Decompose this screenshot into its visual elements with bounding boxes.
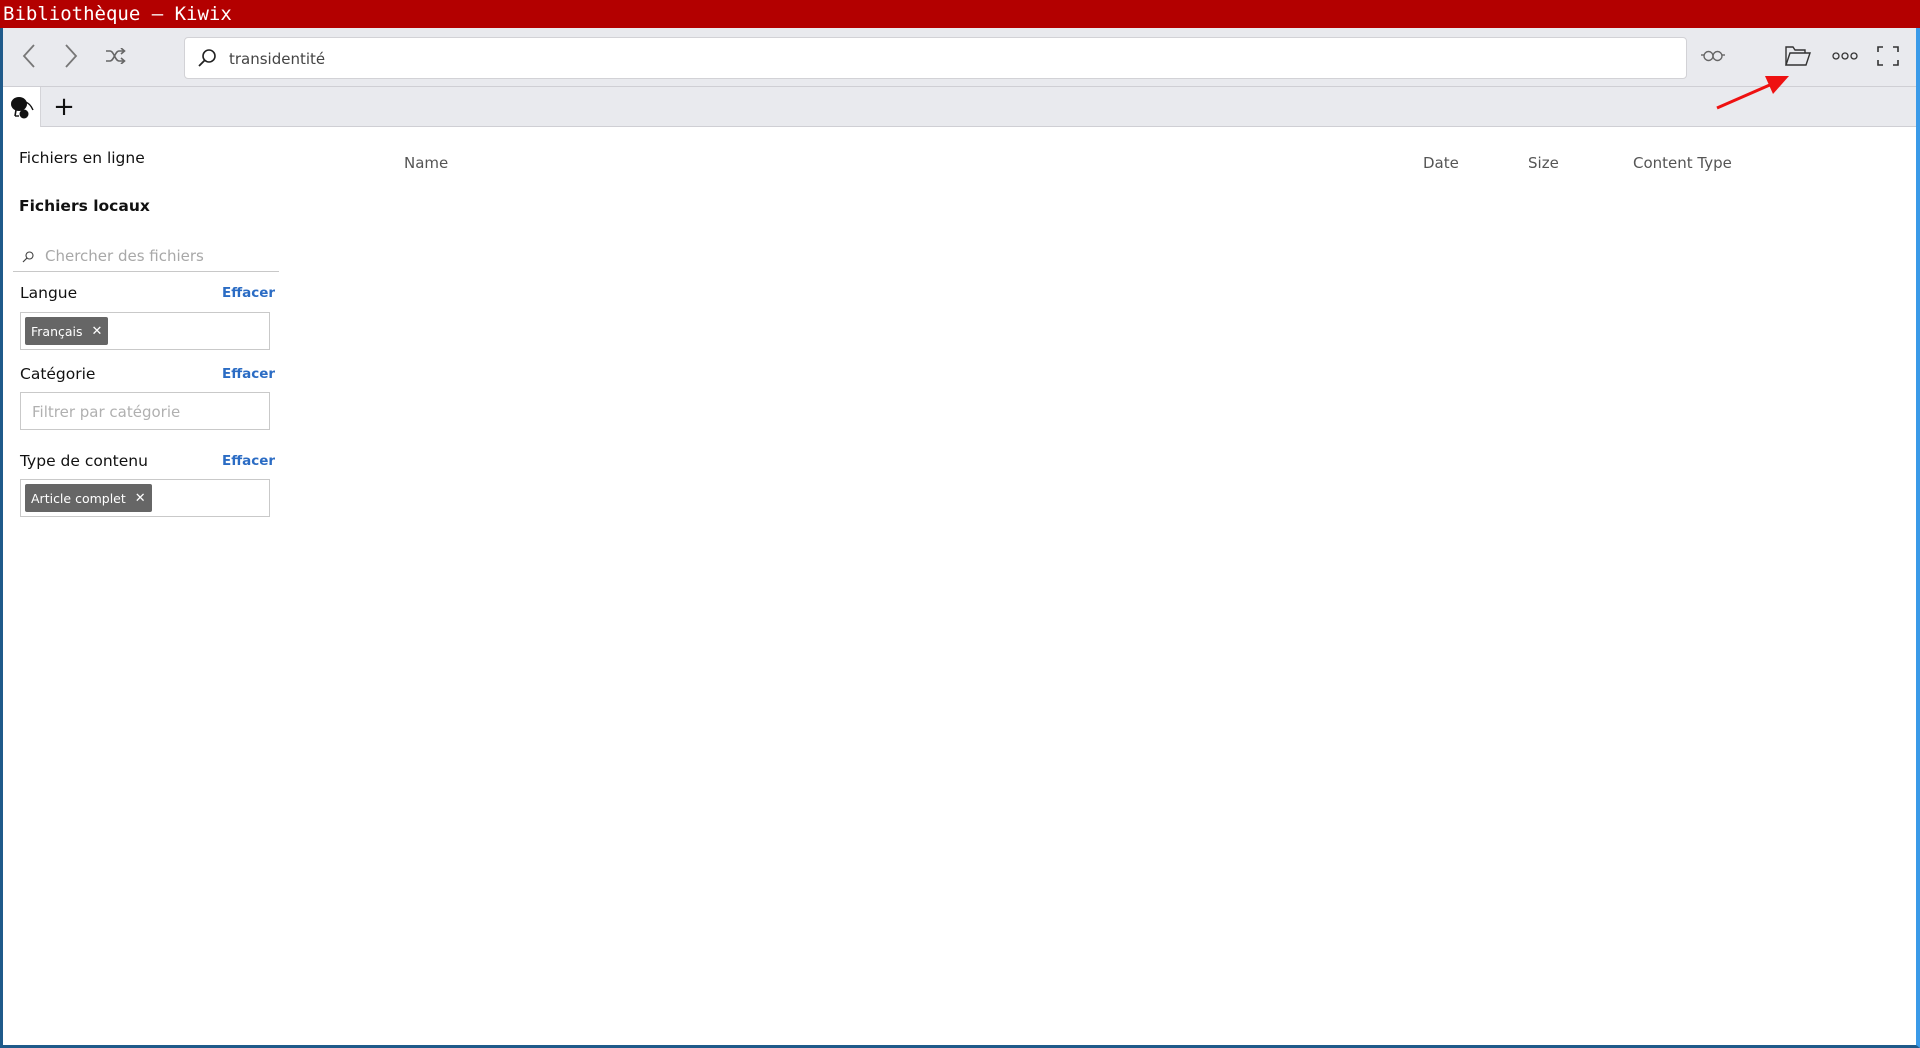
filter-chip: Français ✕: [25, 317, 109, 345]
reading-list-button[interactable]: [1697, 40, 1729, 72]
back-button[interactable]: [13, 40, 45, 72]
glasses-icon: [1701, 50, 1725, 62]
random-article-button[interactable]: [100, 40, 132, 72]
language-filter-label: Langue: [20, 284, 78, 302]
category-filter-input[interactable]: [30, 397, 264, 427]
new-tab-button[interactable]: +: [47, 87, 81, 127]
tab-bar: +: [3, 87, 1916, 127]
file-search-input[interactable]: [43, 242, 267, 270]
forward-button[interactable]: [55, 40, 87, 72]
fullscreen-button[interactable]: [1872, 40, 1904, 72]
more-horizontal-icon: [1832, 52, 1858, 60]
more-menu-button[interactable]: [1829, 40, 1861, 72]
chip-remove-icon[interactable]: ✕: [135, 491, 146, 506]
column-header-content-type[interactable]: Content Type: [1633, 154, 1732, 172]
column-header-date[interactable]: Date: [1423, 154, 1459, 172]
search-input[interactable]: [227, 38, 1631, 80]
fullscreen-icon: [1877, 46, 1899, 66]
toolbar: [3, 28, 1916, 87]
content-type-clear-link[interactable]: Effacer: [222, 453, 275, 469]
file-search-box[interactable]: [13, 238, 279, 272]
category-filter-label: Catégorie: [20, 365, 96, 383]
category-filter-box[interactable]: [20, 392, 270, 430]
online-files-link[interactable]: Fichiers en ligne: [19, 149, 145, 167]
category-clear-link[interactable]: Effacer: [222, 366, 275, 382]
filter-chip: Article complet ✕: [25, 484, 152, 512]
column-header-size[interactable]: Size: [1528, 154, 1559, 172]
window-title: Bibliothèque — Kiwix: [3, 3, 232, 25]
folder-open-icon: [1785, 46, 1811, 66]
chevron-left-icon: [22, 44, 35, 68]
local-files-link[interactable]: Fichiers locaux: [19, 197, 150, 215]
content-type-filter-label: Type de contenu: [20, 452, 148, 470]
language-clear-link[interactable]: Effacer: [222, 285, 275, 301]
column-header-name[interactable]: Name: [404, 154, 448, 172]
content-type-filter-box[interactable]: Article complet ✕: [20, 479, 270, 517]
kiwix-logo-icon: [10, 97, 34, 119]
chevron-right-icon: [65, 44, 78, 68]
shuffle-icon: [106, 48, 126, 64]
chip-label: Français: [31, 323, 83, 339]
chip-remove-icon[interactable]: ✕: [92, 324, 103, 339]
open-file-button[interactable]: [1782, 40, 1814, 72]
window-frame: [0, 0, 1920, 1048]
window-title-bar: Bibliothèque — Kiwix: [0, 0, 1920, 28]
tab-library[interactable]: [3, 87, 41, 127]
search-icon: [197, 48, 217, 72]
search-bar[interactable]: [184, 37, 1687, 80]
chip-label: Article complet: [31, 490, 126, 506]
search-icon: [22, 248, 34, 267]
language-filter-box[interactable]: Français ✕: [20, 312, 270, 350]
